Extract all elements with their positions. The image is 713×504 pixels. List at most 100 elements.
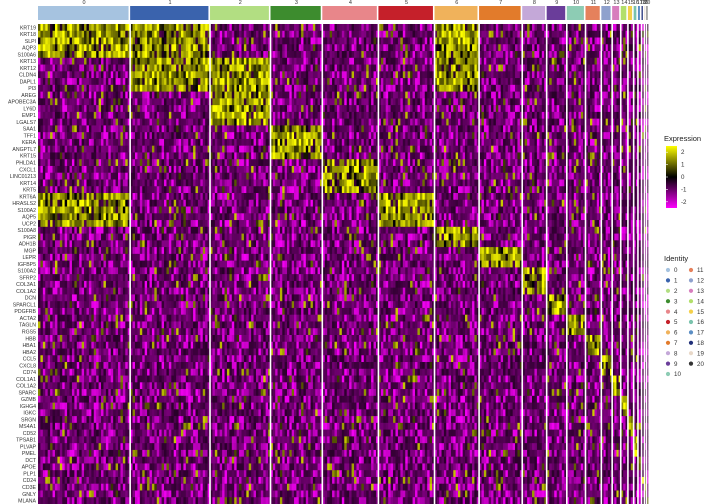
heatmap-cell (60, 71, 63, 78)
heatmap-cell (164, 220, 167, 227)
heatmap-cell (87, 294, 90, 301)
heatmap-cell (40, 267, 43, 274)
heatmap-cell (152, 44, 155, 51)
heatmap-cell (72, 362, 75, 369)
heatmap-cell (157, 321, 160, 328)
heatmap-cell (91, 369, 94, 376)
heatmap-cell (67, 38, 70, 45)
heatmap-cell (193, 112, 196, 119)
heatmap-cell (108, 484, 111, 491)
heatmap-cell (137, 430, 140, 437)
heatmap-cell (133, 65, 136, 72)
heatmap-cell (164, 200, 167, 207)
heatmap-cell (120, 430, 123, 437)
heatmap-cell (162, 328, 165, 335)
heatmap-cell (94, 490, 97, 497)
heatmap-cell (84, 98, 87, 105)
heatmap-cell (57, 254, 60, 261)
heatmap-cell (106, 220, 109, 227)
heatmap-cell (159, 288, 162, 295)
heatmap-cell (40, 342, 43, 349)
heatmap-cell (174, 301, 177, 308)
heatmap-cell (179, 416, 182, 423)
heatmap-cell (205, 247, 208, 254)
heatmap-cell (60, 200, 63, 207)
heatmap-cell (164, 31, 167, 38)
heatmap-cell (50, 321, 53, 328)
heatmap-cell (45, 261, 48, 268)
heatmap-cell (108, 321, 111, 328)
heatmap-cell (55, 301, 58, 308)
heatmap-cell (118, 85, 121, 92)
heatmap-cell (159, 261, 162, 268)
heatmap-cell (142, 247, 145, 254)
heatmap-cell (113, 436, 116, 443)
heatmap-cell (91, 301, 94, 308)
heatmap-cell (181, 450, 184, 457)
heatmap-cell (70, 301, 73, 308)
heatmap-cell (50, 328, 53, 335)
heatmap-cell (62, 281, 65, 288)
heatmap-cell (91, 355, 94, 362)
heatmap-cell (55, 490, 58, 497)
heatmap-cell (166, 301, 169, 308)
heatmap-cell (147, 166, 150, 173)
heatmap-cell (77, 261, 80, 268)
heatmap-cell (111, 105, 114, 112)
heatmap-cell (70, 179, 73, 186)
heatmap-cell (48, 220, 51, 227)
heatmap-cell (99, 213, 102, 220)
heatmap-cell (111, 382, 114, 389)
heatmap-cell (191, 179, 194, 186)
heatmap-cell (198, 281, 201, 288)
heatmap-cell (162, 403, 165, 410)
heatmap-cell (171, 355, 174, 362)
heatmap-cell (40, 247, 43, 254)
heatmap-cell (191, 44, 194, 51)
heatmap-cell (84, 443, 87, 450)
heatmap-cell (101, 355, 104, 362)
heatmap-cell (99, 450, 102, 457)
heatmap-cell (79, 200, 82, 207)
heatmap-cell (196, 234, 199, 241)
heatmap-cell (152, 51, 155, 58)
heatmap-cell (205, 484, 208, 491)
heatmap-cell (123, 234, 126, 241)
heatmap-cell (94, 403, 97, 410)
heatmap-cell (79, 24, 82, 31)
heatmap-cell (60, 119, 63, 126)
heatmap-cell (79, 44, 82, 51)
heatmap-cell (147, 92, 150, 99)
heatmap-cell (99, 470, 102, 477)
heatmap-cell (96, 85, 99, 92)
heatmap-cell (191, 436, 194, 443)
heatmap-cell (181, 477, 184, 484)
heatmap-cell (169, 207, 172, 214)
heatmap-cell (67, 119, 70, 126)
heatmap-cell (116, 321, 119, 328)
heatmap-cell (65, 105, 68, 112)
heatmap-cell (57, 98, 60, 105)
heatmap-cell (205, 159, 208, 166)
heatmap-cell (166, 484, 169, 491)
heatmap-cell (140, 389, 143, 396)
heatmap-cell (147, 288, 150, 295)
heatmap-cell (157, 31, 160, 38)
heatmap-cell (94, 92, 97, 99)
heatmap-cell (40, 376, 43, 383)
heatmap-cell (133, 315, 136, 322)
heatmap-cell (157, 24, 160, 31)
heatmap-cell (191, 389, 194, 396)
heatmap-cell (203, 58, 206, 65)
heatmap-cell (57, 274, 60, 281)
heatmap-cell (65, 152, 68, 159)
heatmap-cell (166, 186, 169, 193)
heatmap-cell (181, 31, 184, 38)
heatmap-cell (72, 477, 75, 484)
heatmap-cell (152, 254, 155, 261)
heatmap-cell (67, 362, 70, 369)
heatmap-cell (171, 430, 174, 437)
heatmap-cell (38, 396, 41, 403)
heatmap-cell (84, 92, 87, 99)
heatmap-cell (67, 186, 70, 193)
